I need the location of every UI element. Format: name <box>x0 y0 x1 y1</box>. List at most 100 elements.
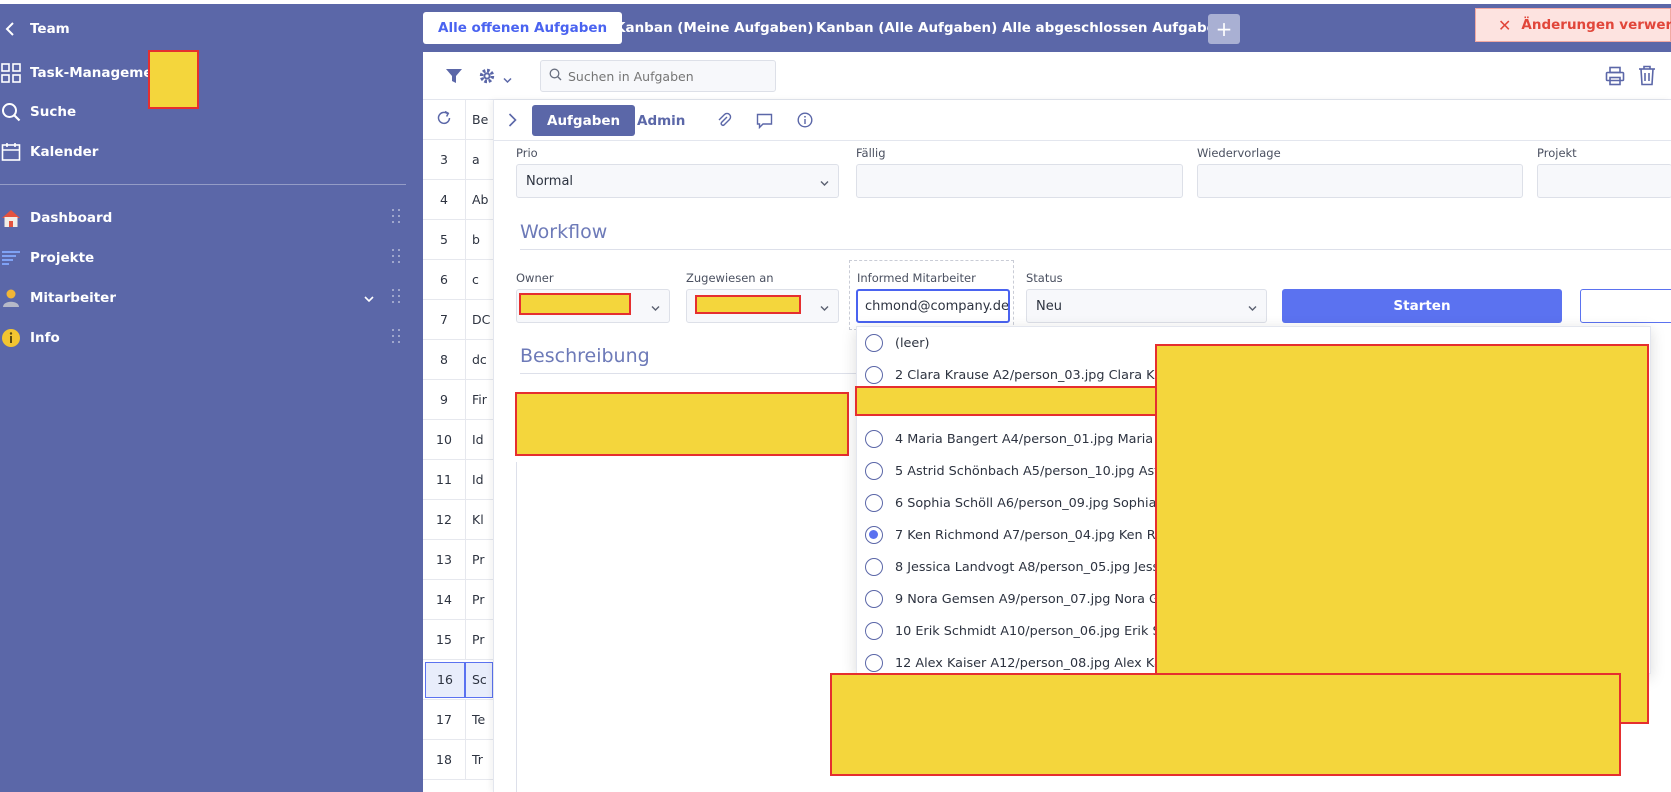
filter-icon[interactable] <box>445 67 463 89</box>
tab-aufgaben[interactable]: Aufgaben <box>532 105 636 136</box>
option-label: 12 Alex Kaiser A12/person_08.jpg Alex Ka… <box>895 655 1173 671</box>
drag-handle-icon[interactable] <box>390 248 404 266</box>
table-row[interactable]: 15 Pr <box>423 620 493 660</box>
start-button[interactable]: Starten <box>1282 289 1562 323</box>
faellig-date-field[interactable] <box>856 164 1183 198</box>
faellig-label: Fällig <box>856 146 886 160</box>
row-title: Id <box>465 420 493 459</box>
table-row[interactable]: 12 Kl <box>423 500 493 540</box>
owner-label: Owner <box>516 271 554 285</box>
sidebar-item-mitarbeiter[interactable]: Mitarbeiter <box>0 283 116 313</box>
table-row[interactable]: 10 Id <box>423 420 493 460</box>
row-title: Sc <box>465 661 493 698</box>
radio-icon <box>865 558 883 576</box>
chevron-right-icon[interactable] <box>508 113 517 131</box>
print-icon[interactable] <box>1605 66 1625 90</box>
row-title: a <box>465 140 493 179</box>
option-label: 4 Maria Bangert A4/person_01.jpg Maria B… <box>895 431 1174 447</box>
table-row-selected[interactable]: 16 Sc <box>423 660 493 700</box>
paperclip-icon[interactable] <box>716 112 732 132</box>
info-circle-icon[interactable] <box>797 112 813 132</box>
drag-handle-icon[interactable] <box>390 328 404 346</box>
informed-label: Informed Mitarbeiter <box>857 271 976 285</box>
wiedervorlage-label: Wiedervorlage <box>1197 146 1281 160</box>
back-to-team-link[interactable]: Team <box>0 14 70 44</box>
tab-alle-offenen-aufgaben[interactable]: Alle offenen Aufgaben <box>423 12 623 44</box>
search-input[interactable] <box>568 68 768 84</box>
drag-handle-icon[interactable] <box>390 288 404 306</box>
table-row[interactable]: 5b <box>423 220 493 260</box>
row-number: 14 <box>436 592 452 607</box>
option-label: 10 Erik Schmidt A10/person_06.jpg Erik S… <box>895 623 1176 639</box>
radio-icon <box>865 430 883 448</box>
tab-admin[interactable]: Admin <box>622 105 700 136</box>
table-row[interactable]: 13 Pr <box>423 540 493 580</box>
add-tab-button[interactable]: + <box>1208 14 1240 44</box>
sidebar-item-label: Suche <box>30 104 77 120</box>
chevron-down-icon[interactable] <box>503 73 512 88</box>
table-row[interactable]: 6c <box>423 260 493 300</box>
chevron-down-icon <box>1248 301 1257 311</box>
row-title: Te <box>465 700 493 739</box>
tab-alle-abgeschlossen-aufgaben[interactable]: Alle abgeschlossen Aufgaben <box>987 12 1240 44</box>
table-row[interactable]: 17 Te <box>423 700 493 740</box>
sidebar-item-suche[interactable]: Suche <box>0 97 76 127</box>
row-title: Pr <box>465 620 493 659</box>
chevron-down-icon <box>651 301 660 311</box>
prio-select[interactable]: Normal <box>516 164 839 198</box>
table-row[interactable]: 9 Fir <box>423 380 493 420</box>
section-divider <box>520 249 1671 250</box>
drag-handle-icon[interactable] <box>390 208 404 226</box>
row-title: DC <box>465 300 493 339</box>
redacted-area <box>695 295 801 314</box>
trash-icon[interactable] <box>1638 65 1656 90</box>
radio-icon <box>865 462 883 480</box>
projekt-select[interactable] <box>1537 164 1671 198</box>
info-icon <box>0 327 22 349</box>
wiedervorlage-date-field[interactable] <box>1197 164 1523 198</box>
table-row[interactable]: 3a <box>423 140 493 180</box>
gear-icon[interactable] <box>478 67 496 89</box>
row-number: 3 <box>440 152 448 167</box>
tab-kanban-alle-aufgaben[interactable]: Kanban (Alle Aufgaben) <box>801 12 1012 44</box>
radio-icon <box>865 654 883 672</box>
home-icon <box>0 207 22 229</box>
secondary-button[interactable] <box>1580 289 1671 323</box>
search-box[interactable] <box>540 60 776 92</box>
sidebar-item-task-management[interactable]: Task-Management <box>0 58 169 88</box>
tab-kanban-meine-aufgaben[interactable]: Kanban (Meine Aufgaben) <box>600 12 828 44</box>
informed-input[interactable]: chmond@company.de <box>856 289 1010 323</box>
search-icon <box>0 101 22 123</box>
sidebar-item-projekte[interactable]: Projekte <box>0 243 94 273</box>
comment-icon[interactable] <box>756 113 773 133</box>
row-number: 8 <box>440 352 448 367</box>
row-number: 16 <box>425 661 465 698</box>
status-select[interactable]: Neu <box>1026 289 1267 323</box>
table-row[interactable]: 18 Tr <box>423 740 493 780</box>
row-number: 4 <box>440 192 448 207</box>
row-title: Fir <box>465 380 493 419</box>
row-number: 12 <box>436 512 452 527</box>
option-label: 2 Clara Krause A2/person_03.jpg Clara Kr… <box>895 367 1183 383</box>
table-row[interactable]: 14 Pr <box>423 580 493 620</box>
table-row[interactable]: 8 dc <box>423 340 493 380</box>
column-header-bezeichnung[interactable]: Be <box>465 100 493 139</box>
chevron-left-icon <box>0 18 22 40</box>
row-title: Id <box>465 460 493 499</box>
sidebar-item-kalender[interactable]: Kalender <box>0 137 98 167</box>
refresh-icon[interactable] <box>423 110 465 129</box>
sidebar-item-label: Mitarbeiter <box>30 290 116 306</box>
informed-value: chmond@company.de <box>865 298 1009 314</box>
option-label: 7 Ken Richmond A7/person_04.jpg Ken Rich <box>895 527 1175 543</box>
section-divider <box>520 373 880 374</box>
sidebar-item-info[interactable]: Info <box>0 323 60 353</box>
workflow-section-title: Workflow <box>520 221 608 243</box>
status-label: Status <box>1026 271 1063 285</box>
chevron-down-icon[interactable] <box>364 292 374 307</box>
table-row[interactable]: 7 DC <box>423 300 493 340</box>
discard-changes-button[interactable]: ✕ Änderungen verwerfen <box>1475 8 1671 42</box>
row-number: 15 <box>436 632 452 647</box>
sidebar-item-dashboard[interactable]: Dashboard <box>0 203 112 233</box>
table-row[interactable]: 4 Ab <box>423 180 493 220</box>
table-row[interactable]: 11 Id <box>423 460 493 500</box>
